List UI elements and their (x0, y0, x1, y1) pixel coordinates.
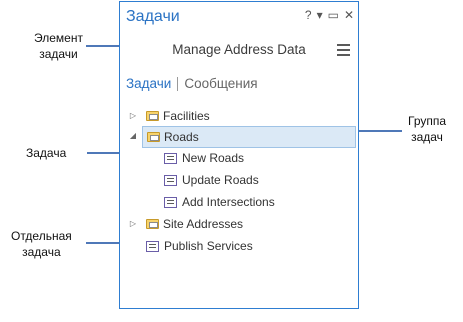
annotation-task-group: Группа задач (408, 113, 446, 145)
annotation-text: задачи (39, 47, 78, 61)
tree-item-label: Roads (164, 130, 199, 144)
tree-item-label: Facilities (163, 109, 210, 123)
annotation-text: Группа (408, 114, 447, 128)
expand-arrow-icon[interactable]: ▷ (128, 111, 138, 120)
tree-item-label: Add Intersections (182, 195, 275, 209)
annotation-task-item: Элемент задачи (34, 30, 83, 62)
annotation-text: задача (22, 245, 61, 259)
task-icon (164, 196, 177, 208)
annotation-text: Элемент (34, 31, 83, 45)
tree-item-roads[interactable]: Roads (142, 126, 356, 148)
tasks-pane: Задачи ? ▾ ▭ ✕ Manage Address Data Задач… (119, 1, 359, 309)
annotation-single-task: Отдельная задача (11, 228, 72, 260)
tree-item-publish-services[interactable]: Publish Services (146, 236, 346, 256)
tree-item-update-roads[interactable]: Update Roads (164, 170, 344, 190)
tab-messages[interactable]: Сообщения (184, 76, 257, 91)
tree-item-add-intersections[interactable]: Add Intersections (164, 192, 344, 212)
task-group-icon (146, 219, 159, 229)
task-icon (146, 240, 159, 252)
task-item-name: Manage Address Data (172, 42, 306, 57)
tree-item-label: Update Roads (182, 173, 259, 187)
task-group-icon (147, 132, 160, 142)
tab-divider (177, 76, 179, 91)
hamburger-menu-icon[interactable] (337, 44, 350, 59)
tree-item-new-roads[interactable]: New Roads (164, 148, 344, 168)
task-icon (164, 174, 177, 186)
task-group-icon (146, 111, 159, 121)
collapse-arrow-icon[interactable]: ◢ (128, 131, 138, 140)
annotation-text: Отдельная (11, 229, 72, 243)
tree-item-label: New Roads (182, 151, 245, 165)
tree-item-site-addresses[interactable]: ▷ Site Addresses (128, 214, 348, 234)
tree-item-label: Site Addresses (163, 217, 244, 231)
help-button[interactable]: ? (305, 8, 312, 22)
pane-title: Задачи (126, 8, 180, 25)
restore-icon[interactable]: ▭ (328, 9, 339, 21)
close-icon[interactable]: ✕ (344, 9, 354, 21)
expand-arrow-icon[interactable]: ▷ (128, 219, 138, 228)
pane-titlebar-buttons: ? ▾ ▭ ✕ (305, 8, 354, 22)
annotation-text: задач (411, 130, 443, 144)
annotation-task: Задача (26, 146, 67, 160)
tab-tasks[interactable]: Задачи (126, 76, 171, 91)
options-dropdown-icon[interactable]: ▾ (317, 9, 323, 21)
task-icon (164, 152, 177, 164)
tree-item-label: Publish Services (164, 239, 253, 253)
tree-item-facilities[interactable]: ▷ Facilities (128, 106, 348, 126)
pane-tabs: Задачи Сообщения (126, 76, 258, 91)
